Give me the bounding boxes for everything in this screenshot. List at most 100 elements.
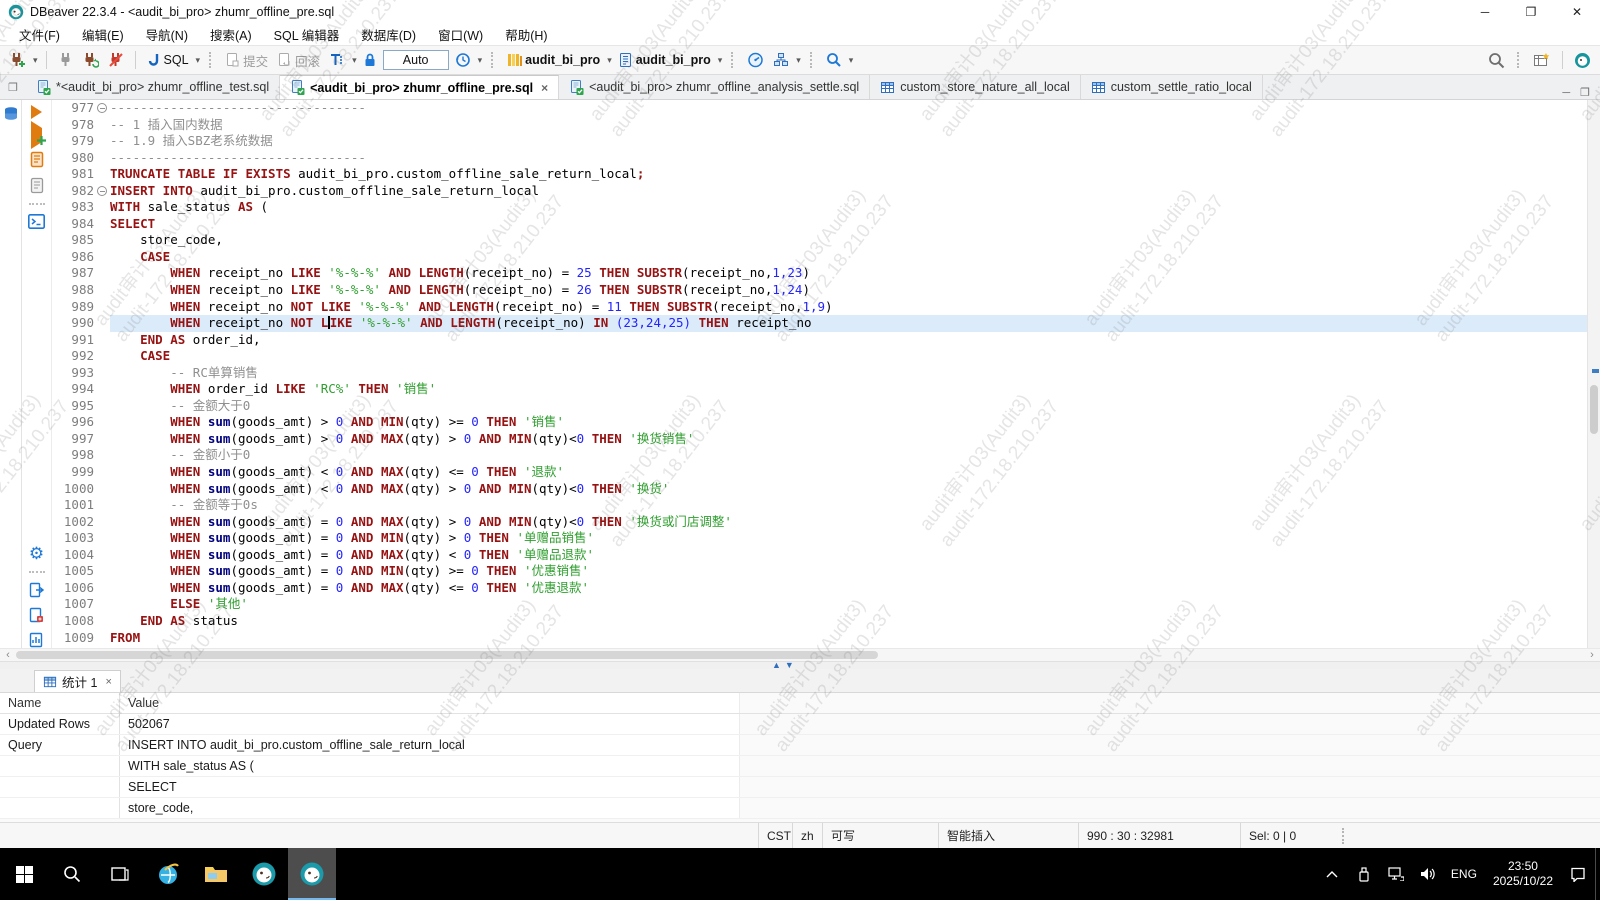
file-explorer-icon[interactable] [192,848,240,900]
tab-2[interactable]: <audit_bi_pro> zhumr_offline_analysis_se… [559,75,870,99]
database-navigator-icon[interactable] [3,106,19,122]
splitter-up-icon[interactable]: ▲ [772,659,781,671]
tab-statistics[interactable]: 统计 1 × [34,670,121,692]
menu-item-0[interactable]: 文件(F) [10,23,69,46]
horizontal-scroll-thumb[interactable] [16,651,878,659]
execute-script-icon[interactable] [29,151,45,168]
menu-item-3[interactable]: 搜索(A) [201,23,261,46]
menu-item-4[interactable]: SQL 编辑器 [265,23,349,46]
menu-item-7[interactable]: 帮助(H) [496,23,556,46]
code-line-1009[interactable]: 1009FROM [52,630,1587,647]
code-line-988[interactable]: 988 WHEN receipt_no LIKE '%-%-%' AND LEN… [52,282,1587,299]
code-line-982[interactable]: 982INSERT INTO audit_bi_pro.custom_offli… [52,183,1587,200]
execute-statement-icon[interactable] [31,105,42,119]
stats-row-3[interactable]: SELECT [0,777,1600,798]
code-line-1001[interactable]: 1001 -- 金额等于0s [52,497,1587,514]
code-line-992[interactable]: 992 CASE [52,348,1587,365]
tab-close-icon[interactable]: × [541,81,548,95]
menu-item-5[interactable]: 数据库(D) [352,23,425,46]
dbeaver-taskbar-icon[interactable] [240,848,288,900]
quick-search-icon[interactable] [1485,50,1508,71]
scroll-left-icon[interactable]: ‹ [0,649,16,661]
window-close-icon[interactable]: ✕ [1554,0,1600,24]
tab-3[interactable]: custom_store_nature_all_local [870,75,1081,99]
code-line-981[interactable]: 981TRUNCATE TABLE IF EXISTS audit_bi_pro… [52,166,1587,183]
transaction-log-button[interactable] [452,50,474,70]
clock[interactable]: 23:50 2025/10/22 [1485,859,1561,889]
search-metadata-button[interactable] [823,50,845,70]
dbeaver-perspective-icon[interactable] [1571,50,1594,71]
code-line-1006[interactable]: 1006 WHEN sum(goods_amt) = 0 AND MAX(qty… [52,580,1587,597]
commit-mode-select[interactable]: Auto [383,50,449,70]
tray-volume-icon[interactable] [1413,848,1443,900]
code-line-989[interactable]: 989 WHEN receipt_no NOT LIKE '%-%-%' AND… [52,299,1587,316]
export-result-icon[interactable] [29,582,44,598]
minimize-editor-icon[interactable]: ─ [1562,87,1570,99]
status-timezone[interactable]: CST [758,823,792,848]
connect-button[interactable] [55,50,76,70]
fold-collapse-icon[interactable] [94,183,110,200]
code-line-996[interactable]: 996 WHEN sum(goods_amt) > 0 AND MIN(qty)… [52,414,1587,431]
task-view-icon[interactable] [96,848,144,900]
tray-network-icon[interactable] [1381,848,1411,900]
schema-combo[interactable]: audit_bi_pro [615,50,714,70]
code-line-994[interactable]: 994 WHEN order_id LIKE 'RC%' THEN '销售' [52,381,1587,398]
reconnect-button[interactable] [79,50,102,70]
panel-splitter[interactable]: ▲ ▼ [0,661,1600,669]
status-insert-mode[interactable]: 智能插入 [938,823,1078,848]
language-indicator[interactable]: ENG [1445,867,1483,881]
code-line-984[interactable]: 984SELECT [52,216,1587,233]
save-script-icon[interactable] [29,607,44,623]
editor-settings-gear-icon[interactable]: ⚙ [29,545,44,562]
code-line-987[interactable]: 987 WHEN receipt_no LIKE '%-%-%' AND LEN… [52,265,1587,282]
stats-row-4[interactable]: store_code, [0,798,1600,819]
schema-combo-chevron-icon[interactable]: ▾ [718,55,723,66]
transaction-mode-chevron-icon[interactable]: ▾ [352,55,357,66]
fold-collapse-icon[interactable] [94,100,110,117]
scroll-right-icon[interactable]: › [1584,649,1600,661]
open-perspective-button[interactable] [1530,50,1554,70]
code-line-986[interactable]: 986 CASE [52,249,1587,266]
execute-new-tab-icon[interactable] [31,128,42,142]
maximize-editor-icon[interactable]: ❐ [1580,86,1590,99]
editor-vertical-scrollbar[interactable] [1587,100,1600,648]
database-combo-chevron-icon[interactable]: ▾ [607,55,612,66]
menu-item-2[interactable]: 导航(N) [137,23,197,46]
tray-usb-icon[interactable] [1349,848,1379,900]
dbeaver-taskbar-icon-active[interactable] [288,848,336,900]
code-line-999[interactable]: 999 WHEN sum(goods_amt) < 0 AND MAX(qty)… [52,464,1587,481]
database-combo[interactable]: audit_bi_pro [504,50,603,70]
internet-explorer-icon[interactable] [144,848,192,900]
status-selection[interactable]: Sel: 0 | 0 [1240,823,1334,848]
code-line-979[interactable]: 979-- 1.9 插入SBZ老系统数据 [52,133,1587,150]
disconnect-button[interactable] [105,50,127,70]
code-line-1007[interactable]: 1007 ELSE '其他' [52,596,1587,613]
sql-editor-button[interactable]: SQL [144,50,192,70]
tab-4[interactable]: custom_settle_ratio_local [1081,75,1263,99]
code-line-1005[interactable]: 1005 WHEN sum(goods_amt) = 0 AND MIN(qty… [52,563,1587,580]
commit-button[interactable]: 提交 [222,49,271,72]
tab-0[interactable]: *<audit_bi_pro> zhumr_offline_test.sql [26,75,280,99]
taskbar-search-icon[interactable] [48,848,96,900]
code-line-998[interactable]: 998 -- 金额小于0 [52,447,1587,464]
code-line-990[interactable]: 990 WHEN receipt_no NOT LIKE '%-%-%' AND… [52,315,1587,332]
show-desktop-button[interactable] [1595,848,1600,900]
menu-item-1[interactable]: 编辑(E) [73,23,133,46]
tasks-button[interactable] [770,50,792,70]
editor-horizontal-scrollbar[interactable]: ‹ › [0,648,1600,661]
code-line-993[interactable]: 993 -- RC单算销售 [52,365,1587,382]
code-line-1004[interactable]: 1004 WHEN sum(goods_amt) = 0 AND MAX(qty… [52,547,1587,564]
transaction-mode-button[interactable] [326,50,348,70]
stats-row-0[interactable]: Updated Rows502067 [0,714,1600,735]
sql-code-editor[interactable]: 977----------------------------------978… [52,100,1587,648]
dashboard-button[interactable] [744,50,767,70]
stats-row-2[interactable]: WITH sale_status AS ( [0,756,1600,777]
code-line-1008[interactable]: 1008 END AS status [52,613,1587,630]
menu-item-6[interactable]: 窗口(W) [429,23,492,46]
code-line-1000[interactable]: 1000 WHEN sum(goods_amt) < 0 AND MAX(qty… [52,481,1587,498]
tasks-chevron-icon[interactable]: ▾ [796,55,801,66]
status-writable[interactable]: 可写 [822,823,938,848]
code-line-995[interactable]: 995 -- 金额大于0 [52,398,1587,415]
code-line-983[interactable]: 983WITH sale_status AS ( [52,199,1587,216]
new-connection-chevron-icon[interactable]: ▾ [33,55,38,66]
